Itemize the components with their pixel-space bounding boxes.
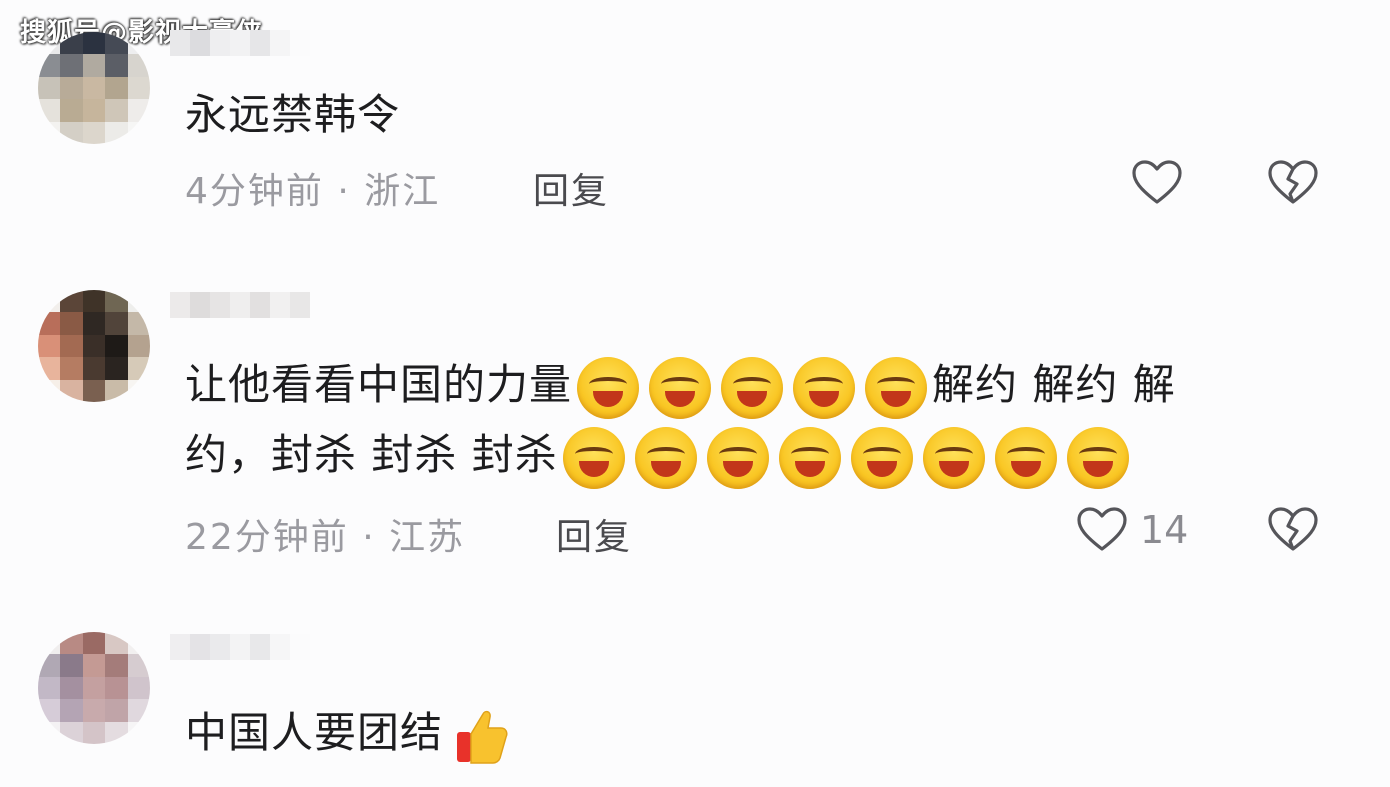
reply-button[interactable]: 回复	[556, 508, 632, 560]
smirk-laugh-emoji	[577, 356, 640, 419]
comment-text-content: 中国人要团结	[185, 708, 444, 757]
avatar[interactable]	[38, 290, 150, 402]
smirk-laugh-emoji	[721, 356, 784, 419]
heart-outline-icon[interactable]	[1075, 503, 1129, 557]
avatar[interactable]	[38, 32, 150, 144]
smirk-laugh-emoji	[706, 426, 769, 489]
comment-location: 浙江	[364, 171, 441, 212]
username-blurred[interactable]	[170, 30, 310, 56]
smirk-laugh-emoji	[649, 356, 712, 419]
avatar[interactable]	[38, 632, 150, 744]
smirk-laugh-emoji	[634, 426, 697, 489]
comment-meta: 4分钟前 · 浙江	[185, 162, 440, 214]
smirk-laugh-emoji	[793, 356, 856, 419]
comment-text: 中国人要团结	[185, 698, 509, 768]
reply-button[interactable]: 回复	[533, 162, 609, 214]
comment-location: 江苏	[389, 517, 466, 558]
comment-text: 永远禁韩令	[185, 90, 401, 139]
username-blurred[interactable]	[170, 292, 310, 318]
thumbs-up-emoji	[453, 706, 509, 766]
smirk-laugh-emoji	[1066, 426, 1129, 489]
heart-outline-icon[interactable]	[1130, 156, 1184, 210]
smirk-laugh-emoji	[922, 426, 985, 489]
comment-text-line2-start: 约，封杀 封杀 封杀	[185, 430, 558, 479]
comment-text: 让他看看中国的力量 解约 解约 解 约，封杀 封杀 封杀	[185, 350, 1325, 490]
meta-separator: ·	[337, 171, 351, 212]
meta-separator: ·	[362, 517, 376, 558]
broken-heart-icon[interactable]	[1266, 503, 1320, 557]
username-blurred[interactable]	[170, 634, 310, 660]
smirk-laugh-emoji	[778, 426, 841, 489]
comment-time: 4分钟前	[185, 171, 324, 212]
comment-meta: 22分钟前 · 江苏	[185, 508, 465, 560]
comment-text-line1-start: 让他看看中国的力量	[185, 360, 573, 409]
smirk-laugh-emoji	[865, 356, 928, 419]
comment-time: 22分钟前	[185, 517, 349, 558]
smirk-laugh-emoji	[994, 426, 1057, 489]
like-count: 14	[1140, 508, 1189, 552]
comment-text-line1-end: 解约 解约 解	[932, 360, 1176, 409]
smirk-laugh-emoji	[850, 426, 913, 489]
smirk-laugh-emoji	[562, 426, 625, 489]
broken-heart-icon[interactable]	[1266, 156, 1320, 210]
